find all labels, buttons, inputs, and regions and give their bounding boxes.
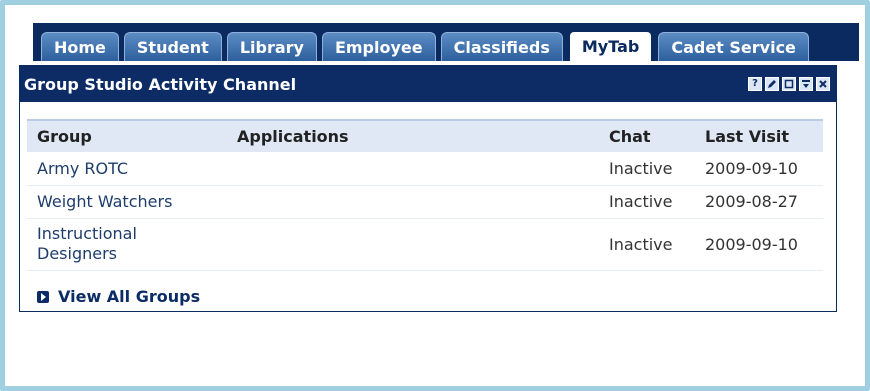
group-link[interactable]: Instructional Designers [37, 224, 137, 263]
portlet-header: Group Studio Activity Channel ? [20, 66, 836, 102]
header-last-visit: Last Visit [695, 119, 823, 152]
tab-library[interactable]: Library [226, 32, 317, 61]
group-link[interactable]: Army ROTC [37, 159, 128, 178]
group-studio-portlet: Group Studio Activity Channel ? Group Ap… [19, 65, 837, 312]
view-all-label: View All Groups [58, 287, 201, 306]
header-applications: Applications [227, 119, 599, 152]
applications-cell [227, 185, 599, 219]
group-cell: Instructional Designers [27, 218, 227, 271]
maximize-icon[interactable] [782, 77, 796, 91]
header-chat: Chat [599, 119, 695, 152]
help-icon[interactable]: ? [748, 77, 762, 91]
edit-icon[interactable] [765, 77, 779, 91]
last-visit-date: 2009-09-10 [695, 218, 823, 271]
tab-student[interactable]: Student [123, 32, 222, 61]
tab-cadet-service[interactable]: Cadet Service [658, 32, 809, 61]
tab-bar: Home Student Library Employee Classified… [33, 23, 859, 61]
last-visit-date: 2009-08-27 [695, 185, 823, 219]
tab-employee[interactable]: Employee [321, 32, 436, 61]
portlet-controls: ? [748, 77, 830, 91]
table-header-row: Group Applications Chat Last Visit [27, 119, 823, 152]
arrow-right-icon [37, 290, 49, 303]
table-row: Instructional Designers Inactive 2009-09… [27, 218, 823, 271]
tab-home[interactable]: Home [41, 32, 119, 61]
minimize-icon[interactable] [799, 77, 813, 91]
groups-table: Group Applications Chat Last Visit Army … [27, 119, 823, 271]
chat-status: Inactive [599, 218, 695, 271]
window-frame: Home Student Library Employee Classified… [0, 0, 870, 391]
portlet-title: Group Studio Activity Channel [24, 74, 297, 94]
table-row: Weight Watchers Inactive 2009-08-27 [27, 185, 823, 219]
last-visit-date: 2009-09-10 [695, 152, 823, 186]
chat-status: Inactive [599, 185, 695, 219]
header-group: Group [27, 119, 227, 152]
applications-cell [227, 152, 599, 186]
group-link[interactable]: Weight Watchers [37, 192, 172, 211]
applications-cell [227, 218, 599, 271]
close-icon[interactable] [816, 77, 830, 91]
table-row: Army ROTC Inactive 2009-09-10 [27, 152, 823, 186]
group-cell: Army ROTC [27, 152, 227, 186]
tab-mytab[interactable]: MyTab [567, 30, 654, 61]
group-cell: Weight Watchers [27, 185, 227, 219]
view-all-groups-link[interactable]: View All Groups [37, 287, 200, 306]
tab-classifieds[interactable]: Classifieds [440, 32, 563, 61]
chat-status: Inactive [599, 152, 695, 186]
